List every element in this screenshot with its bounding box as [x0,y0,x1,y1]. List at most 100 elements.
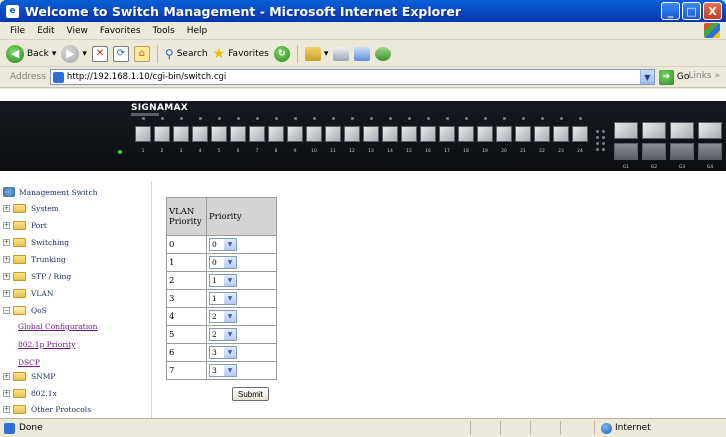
expand-icon[interactable]: + [3,222,10,229]
ethernet-port[interactable] [382,126,398,142]
maximize-button[interactable]: □ [682,2,701,20]
expand-icon[interactable]: + [3,373,10,380]
address-url[interactable]: http://192.168.1.10/cgi-bin/switch.cgi [67,72,226,82]
rj45-port[interactable] [698,143,722,160]
priority-select[interactable]: 0 ▼ [209,256,237,269]
sfp-port[interactable] [642,122,666,139]
menu-favorites[interactable]: Favorites [94,26,147,36]
ethernet-port[interactable] [420,126,436,142]
expand-icon[interactable]: + [3,390,10,397]
chevron-down-icon[interactable]: ▼ [224,347,236,358]
chevron-down-icon[interactable]: ▼ [224,293,236,304]
ethernet-port[interactable] [173,126,189,142]
tree-node-port[interactable]: + Port [3,221,47,230]
forward-dropdown-icon[interactable]: ▾ [82,49,87,59]
expand-icon[interactable]: + [3,205,10,212]
chevron-down-icon[interactable]: ▼ [224,329,236,340]
mail-button[interactable]: ▾ [304,46,328,61]
priority-select[interactable]: 0 ▼ [209,238,237,251]
menu-help[interactable]: Help [181,26,214,36]
ethernet-port[interactable] [211,126,227,142]
tree-node-802-1x[interactable]: +802.1x [3,389,57,398]
print-icon[interactable] [333,46,350,61]
ethernet-port[interactable] [230,126,246,142]
chevron-down-icon[interactable]: ▼ [224,365,236,376]
ethernet-port[interactable] [154,126,170,142]
ethernet-port[interactable] [496,126,512,142]
ethernet-port[interactable] [553,126,569,142]
minimize-button[interactable]: _ [661,2,680,20]
chevron-down-icon[interactable]: ▼ [224,239,236,250]
favorites-button[interactable]: ★ Favorites [213,46,269,62]
go-button[interactable]: ➜ Go [658,69,689,85]
address-dropdown-icon[interactable]: ▼ [639,70,654,84]
ethernet-port[interactable] [401,126,417,142]
menu-edit[interactable]: Edit [31,26,60,36]
rj45-port[interactable] [670,143,694,160]
address-input[interactable]: http://192.168.1.10/cgi-bin/switch.cgi ▼ [49,69,655,85]
ethernet-port[interactable] [477,126,493,142]
ethernet-port[interactable] [458,126,474,142]
tree-leaf-global-configuration[interactable]: Global Configuration [18,322,98,331]
expand-icon[interactable]: + [3,406,10,413]
home-icon[interactable]: ⌂ [133,45,150,62]
close-button[interactable]: X [703,2,722,20]
ethernet-port[interactable] [572,126,588,142]
expand-icon[interactable]: + [3,273,10,280]
ethernet-port[interactable] [249,126,265,142]
tree-node-vlan[interactable]: + VLAN [3,289,53,298]
ethernet-port[interactable] [306,126,322,142]
links-button[interactable]: Links » [689,71,721,81]
expand-icon[interactable]: + [3,256,10,263]
chevron-down-icon[interactable]: ▼ [224,257,236,268]
tree-node-system[interactable]: + System [3,204,59,213]
ethernet-port[interactable] [268,126,284,142]
back-button[interactable]: ◀ Back ▾ [6,44,57,63]
forward-button[interactable]: ▶ ▾ [61,44,87,63]
collapse-icon[interactable]: − [3,307,10,314]
priority-select[interactable]: 1 ▼ [209,292,237,305]
tree-node-snmp[interactable]: + SNMP [3,372,55,381]
ethernet-port[interactable] [515,126,531,142]
edit-icon[interactable] [354,46,371,61]
priority-select[interactable]: 1 ▼ [209,274,237,287]
priority-select[interactable]: 2 ▼ [209,328,237,341]
ethernet-port[interactable] [325,126,341,142]
menu-tools[interactable]: Tools [147,26,181,36]
tree-leaf-802-1p-priority[interactable]: 802.1p Priority [18,340,75,349]
tree-node-qos[interactable]: − QoS [3,306,47,315]
tree-leaf-dscp[interactable]: DSCP [18,358,40,367]
ethernet-port[interactable] [534,126,550,142]
menu-file[interactable]: File [4,26,31,36]
stop-icon[interactable]: ✕ [91,45,108,62]
sfp-port[interactable] [670,122,694,139]
back-dropdown-icon[interactable]: ▾ [52,49,57,59]
priority-select[interactable]: 3 ▼ [209,364,237,377]
rj45-port[interactable] [642,143,666,160]
priority-select[interactable]: 3 ▼ [209,346,237,359]
priority-select[interactable]: 2 ▼ [209,310,237,323]
ethernet-port[interactable] [363,126,379,142]
tree-node-trunking[interactable]: + Trunking [3,255,66,264]
refresh-icon[interactable]: ⟳ [112,45,129,62]
tree-node-stp-ring[interactable]: + STP / Ring [3,272,71,281]
rj45-port[interactable] [614,143,638,160]
sfp-port[interactable] [614,122,638,139]
ethernet-port[interactable] [135,126,151,142]
chevron-down-icon[interactable]: ▼ [224,311,236,322]
ethernet-port[interactable] [287,126,303,142]
ethernet-port[interactable] [192,126,208,142]
submit-button[interactable]: Submit [232,387,269,401]
expand-icon[interactable]: + [3,290,10,297]
tree-node-switching[interactable]: + Switching [3,238,69,247]
ethernet-port[interactable] [344,126,360,142]
search-button[interactable]: ⚲ Search [165,47,208,61]
expand-icon[interactable]: + [3,239,10,246]
media-icon[interactable]: ↻ [273,45,290,62]
chevron-down-icon[interactable]: ▼ [224,275,236,286]
tree-node-other-protocols[interactable]: + Other Protocols [3,405,91,414]
sfp-port[interactable] [698,122,722,139]
tree-root[interactable]: Management Switch [3,187,97,197]
menu-view[interactable]: View [61,26,94,36]
ethernet-port[interactable] [439,126,455,142]
